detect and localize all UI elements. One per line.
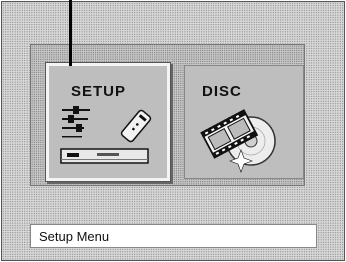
setup-menu-tile[interactable]: SETUP (46, 63, 170, 181)
callout-pointer-line (69, 0, 72, 66)
status-bar: Setup Menu (30, 224, 317, 248)
disc-film-icon (200, 109, 276, 173)
status-text: Setup Menu (39, 229, 110, 244)
osd-screen: SETUP DISC Setup Menu (1, 1, 345, 261)
disc-menu-tile[interactable]: DISC (184, 65, 304, 179)
setup-settings-icon (60, 106, 152, 164)
